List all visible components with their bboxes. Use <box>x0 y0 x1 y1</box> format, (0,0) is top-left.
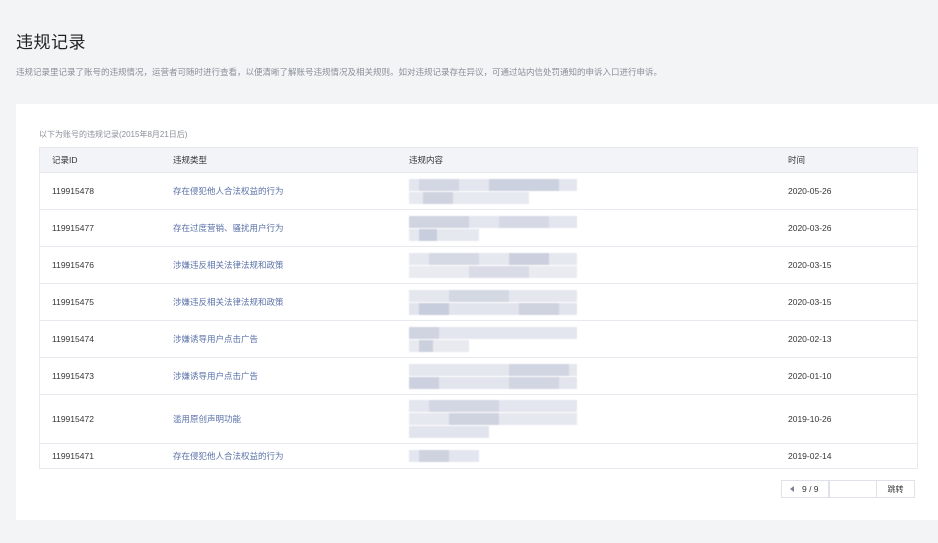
violation-type-link[interactable]: 存在侵犯他人合法权益的行为 <box>173 444 284 468</box>
violation-type-link[interactable]: 涉嫌违反相关法律法规和政策 <box>173 247 284 283</box>
table-row: 119915476 涉嫌违反相关法律法规和政策 2020-03-15 <box>40 247 917 284</box>
pixelated-content <box>409 395 579 443</box>
pixelated-content <box>409 284 579 320</box>
record-id: 119915471 <box>52 451 94 461</box>
table-row: 119915472 滥用原创声明功能 2019-10-26 <box>40 395 917 444</box>
column-header-id: 记录ID <box>52 155 78 165</box>
record-time: 2020-02-13 <box>788 334 832 344</box>
column-header-time: 时间 <box>788 155 806 165</box>
pixelated-content <box>409 321 579 357</box>
pixelated-content <box>409 444 579 468</box>
record-time: 2019-02-14 <box>788 451 832 461</box>
record-time: 2020-03-26 <box>788 223 832 233</box>
violation-type-link[interactable]: 涉嫌违反相关法律法规和政策 <box>173 284 284 320</box>
records-table: 记录ID 违规类型 违规内容 时间 119915478 存在侵犯他人合法权益的行… <box>39 147 918 469</box>
pixelated-content <box>409 247 579 283</box>
page-indicator: 9 / 9 <box>781 480 829 498</box>
pixelated-content <box>409 358 579 394</box>
record-id: 119915476 <box>52 260 94 270</box>
record-id: 119915472 <box>52 414 94 424</box>
table-row: 119915473 涉嫌诱导用户点击广告 2020-01-10 <box>40 358 917 395</box>
record-time: 2020-05-26 <box>788 186 832 196</box>
record-time: 2020-03-15 <box>788 260 832 270</box>
record-id: 119915475 <box>52 297 94 307</box>
record-time: 2020-01-10 <box>788 371 832 381</box>
record-time: 2020-03-15 <box>788 297 832 307</box>
table-row: 119915475 涉嫌违反相关法律法规和政策 2020-03-15 <box>40 284 917 321</box>
table-row: 119915478 存在侵犯他人合法权益的行为 2020-05-26 <box>40 173 917 210</box>
page-number: 9 / 9 <box>802 484 819 494</box>
violation-type-link[interactable]: 涉嫌诱导用户点击广告 <box>173 358 258 394</box>
page-description: 违规记录里记录了账号的违规情况，运营者可随时进行查看，以便清晰了解账号违规情况及… <box>16 67 663 77</box>
violation-type-link[interactable]: 存在侵犯他人合法权益的行为 <box>173 173 284 209</box>
table-row: 119915477 存在过度营销、骚扰用户行为 2020-03-26 <box>40 210 917 247</box>
pixelated-content <box>409 173 579 209</box>
page-title: 违规记录 <box>16 33 86 52</box>
jump-button[interactable]: 跳转 <box>876 480 915 498</box>
table-caption: 以下为账号的违规记录(2015年8月21日后) <box>39 130 188 139</box>
record-id: 119915477 <box>52 223 94 233</box>
record-id: 119915474 <box>52 334 94 344</box>
record-id: 119915478 <box>52 186 94 196</box>
violation-type-link[interactable]: 涉嫌诱导用户点击广告 <box>173 321 258 357</box>
violation-type-link[interactable]: 存在过度营销、骚扰用户行为 <box>173 210 284 246</box>
jump-page-input[interactable] <box>829 480 878 498</box>
table-row: 119915471 存在侵犯他人合法权益的行为 2019-02-14 <box>40 444 917 469</box>
pixelated-content <box>409 210 579 246</box>
violation-records-page: 违规记录 违规记录里记录了账号的违规情况，运营者可随时进行查看，以便清晰了解账号… <box>0 0 938 543</box>
column-header-content: 违规内容 <box>409 155 444 165</box>
record-time: 2019-10-26 <box>788 414 832 424</box>
violation-type-link[interactable]: 滥用原创声明功能 <box>173 395 241 443</box>
record-id: 119915473 <box>52 371 94 381</box>
table-header: 记录ID 违规类型 违规内容 时间 <box>40 148 917 173</box>
table-row: 119915474 涉嫌诱导用户点击广告 2020-02-13 <box>40 321 917 358</box>
records-panel: 以下为账号的违规记录(2015年8月21日后) 记录ID 违规类型 违规内容 时… <box>16 104 938 520</box>
column-header-type: 违规类型 <box>173 155 208 165</box>
prev-page-icon[interactable] <box>790 486 794 492</box>
